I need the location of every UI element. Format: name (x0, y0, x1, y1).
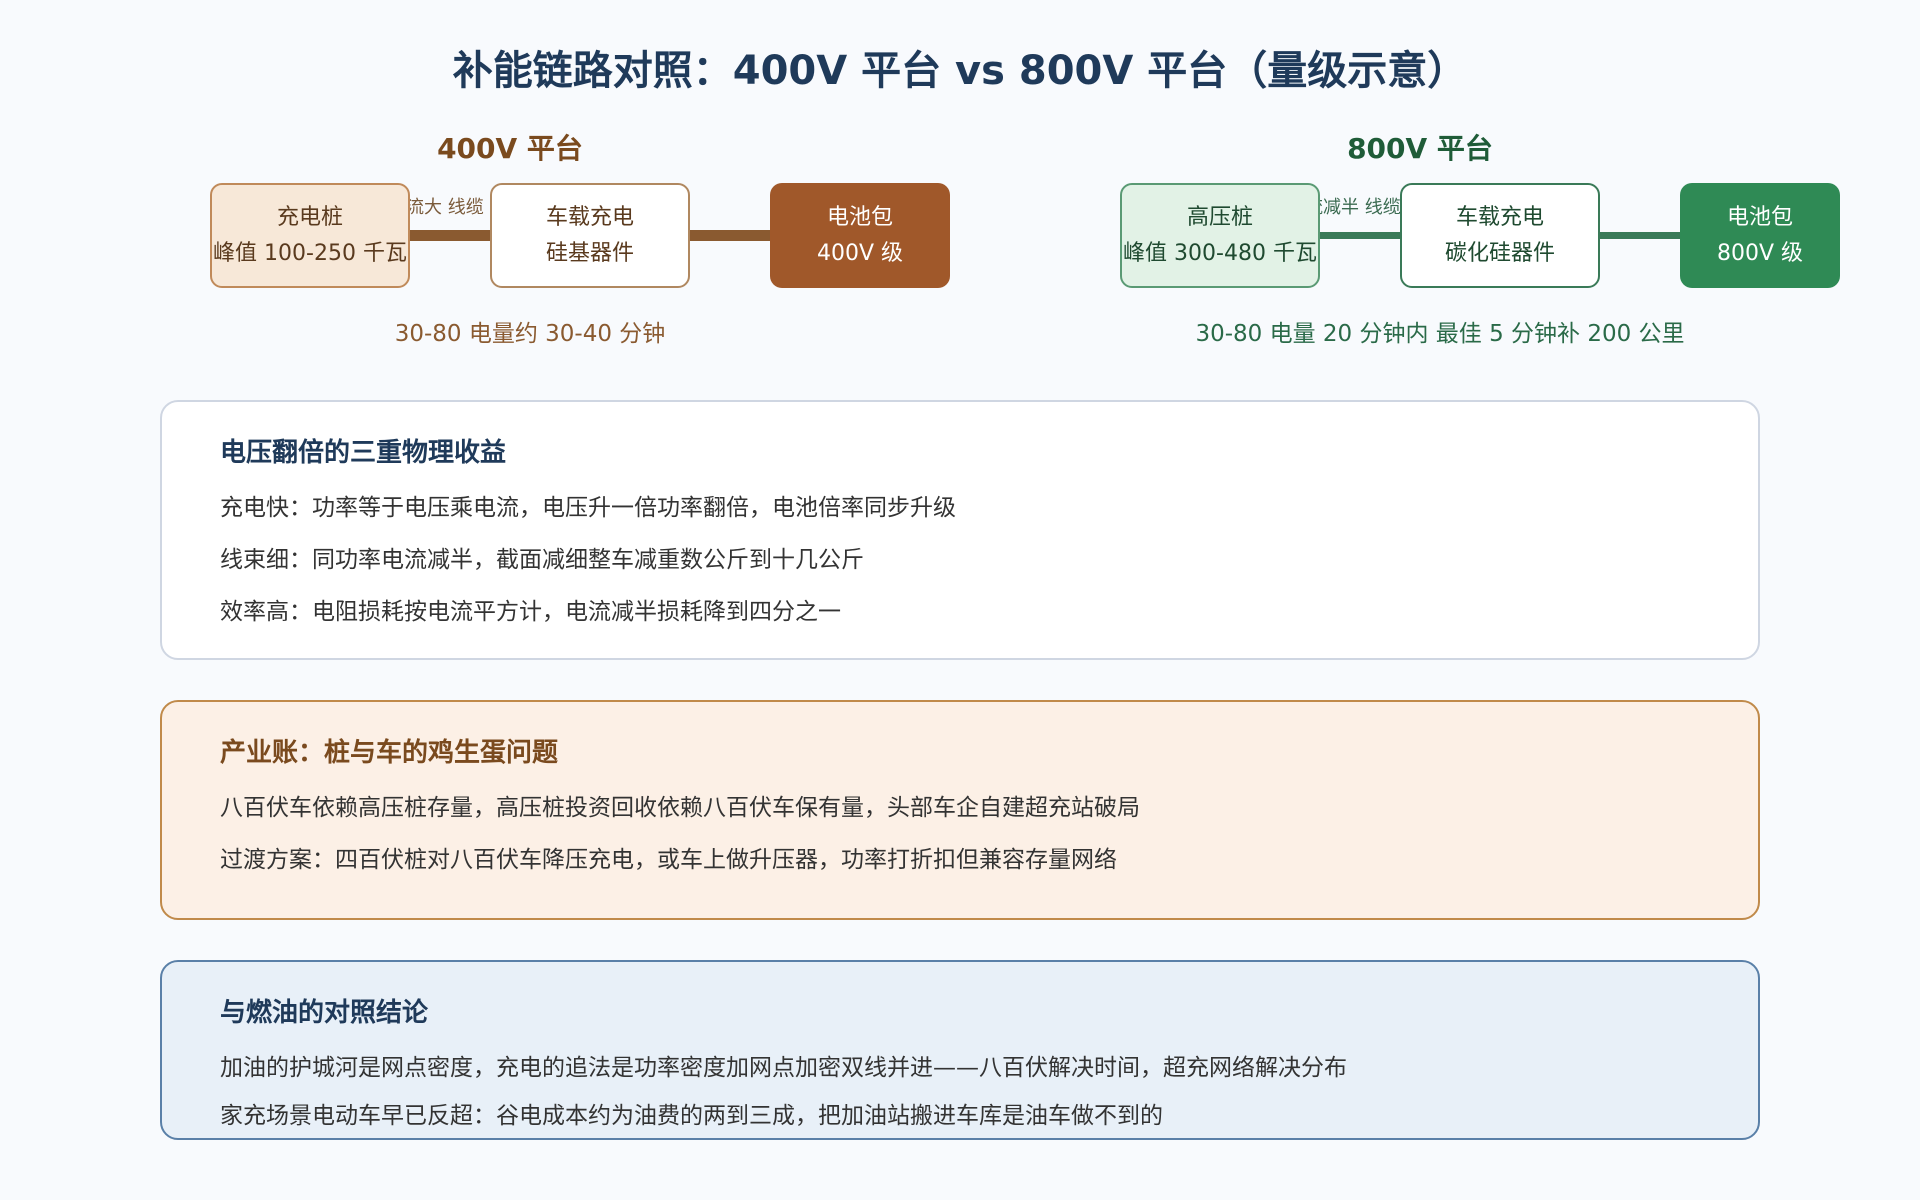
physics-line: 充电快：功率等于电压乘电流，电压升一倍功率翻倍，电池倍率同步升级 (220, 495, 956, 521)
node-800-onboard: 车载充电 碳化硅器件 (1400, 183, 1600, 288)
conclusion-card: 与燃油的对照结论 加油的护城河是网点密度，充电的追法是功率密度加网点加密双线并进… (160, 960, 1760, 1140)
platform-400-summary: 30-80 电量约 30-40 分钟 (394, 321, 666, 347)
node-400-onboard: 车载充电 硅基器件 (490, 183, 690, 288)
node-800-charger: 高压桩 峰值 300-480 千瓦 (1120, 183, 1320, 288)
link-800-charger-onboard (1320, 232, 1402, 239)
node-400-charger: 充电桩 峰值 100-250 千瓦 (210, 183, 410, 288)
industry-line: 八百伏车依赖高压桩存量，高压桩投资回收依赖八百伏车保有量，头部车企自建超充站破局 (220, 795, 1140, 821)
physics-card-title: 电压翻倍的三重物理收益 (220, 438, 507, 468)
node-400-charger-name: 充电桩 (276, 204, 343, 230)
platform-800-summary: 30-80 电量 20 分钟内 最佳 5 分钟补 200 公里 (1195, 321, 1685, 347)
industry-card: 产业账：桩与车的鸡生蛋问题 八百伏车依赖高压桩存量，高压桩投资回收依赖八百伏车保… (160, 700, 1760, 920)
link-400-charger-onboard (410, 230, 492, 241)
industry-line: 过渡方案：四百伏桩对八百伏车降压充电，或车上做升压器，功率打折扣但兼容存量网络 (220, 847, 1117, 873)
physics-card: 电压翻倍的三重物理收益 充电快：功率等于电压乘电流，电压升一倍功率翻倍，电池倍率… (160, 400, 1760, 660)
node-800-onboard-name: 车载充电 (1455, 204, 1544, 230)
node-400-onboard-device: 硅基器件 (545, 240, 634, 266)
node-400-battery-level: 400V 级 (816, 240, 904, 266)
physics-line: 线束细：同功率电流减半，截面减细整车减重数公斤到十几公斤 (220, 547, 864, 573)
link-800-onboard-battery (1600, 232, 1682, 239)
physics-line: 效率高：电阻损耗按电流平方计，电流减半损耗降到四分之一 (220, 599, 841, 625)
platform-400-title: 400V 平台 (437, 132, 583, 165)
node-400-battery-name: 电池包 (826, 204, 893, 230)
node-800-battery: 电池包 800V 级 (1680, 183, 1840, 288)
node-800-charger-power: 峰值 300-480 千瓦 (1123, 240, 1317, 266)
conclusion-line: 加油的护城河是网点密度，充电的追法是功率密度加网点加密双线并进——八百伏解决时间… (220, 1055, 1347, 1081)
platform-800-title: 800V 平台 (1347, 132, 1493, 165)
node-800-charger-name: 高压桩 (1186, 204, 1253, 230)
node-400-battery: 电池包 400V 级 (770, 183, 950, 288)
node-800-battery-level: 800V 级 (1716, 240, 1804, 266)
industry-card-title: 产业账：桩与车的鸡生蛋问题 (220, 738, 559, 768)
node-800-battery-name: 电池包 (1726, 204, 1793, 230)
node-400-charger-power: 峰值 100-250 千瓦 (213, 240, 407, 266)
link-400-onboard-battery (690, 230, 772, 241)
conclusion-card-title: 与燃油的对照结论 (220, 998, 429, 1028)
conclusion-line: 家充场景电动车早已反超：谷电成本约为油费的两到三成，把加油站搬进车库是油车做不到… (220, 1103, 1163, 1129)
node-400-onboard-name: 车载充电 (545, 204, 634, 230)
node-800-onboard-device: 碳化硅器件 (1444, 240, 1555, 266)
page-title: 补能链路对照：400V 平台 vs 800V 平台（量级示意） (452, 48, 1468, 94)
